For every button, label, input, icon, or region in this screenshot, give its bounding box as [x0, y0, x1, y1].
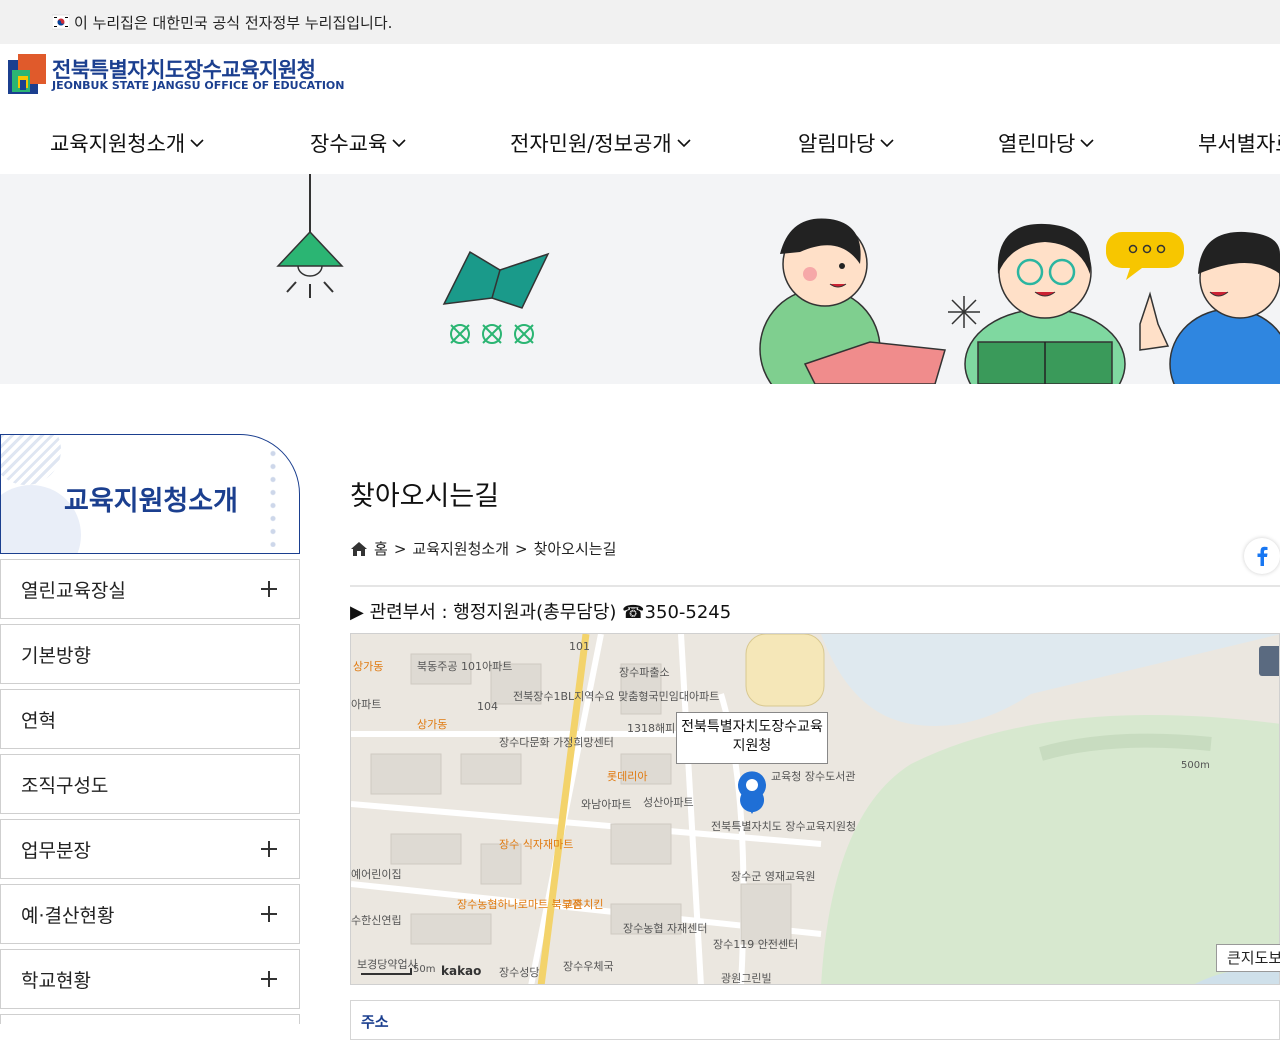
breadcrumb-level1[interactable]: 교육지원청소개 — [412, 538, 509, 559]
gov-banner: 이 누리집은 대한민국 공식 전자정부 누리집입니다. — [0, 0, 1280, 44]
map-label: 전북장수1BL지역수요 맞춤형국민임대아파트 — [513, 690, 720, 703]
breadcrumb: 홈 > 교육지원청소개 > 찾아오시는길 — [350, 538, 616, 559]
big-map-button[interactable]: 큰지도보기 — [1216, 944, 1280, 972]
chevron-down-icon — [1080, 139, 1094, 148]
map-label: 교촌치킨 — [563, 898, 604, 911]
breadcrumb-separator: > — [393, 539, 407, 558]
gnb-item-civil[interactable]: 전자민원/정보공개 — [510, 128, 692, 158]
gnb-item-open[interactable]: 열린마당 — [998, 128, 1095, 158]
main-navigation: 교육지원청소개 장수교육 전자민원/정보공개 알림마당 열린마당 부서별자료 — [0, 118, 1280, 174]
sidebar-item-duties[interactable]: 업무분장 — [0, 819, 300, 879]
map-label: 예어린이집 — [351, 868, 402, 881]
map-label: 장수군 영재교육원 — [731, 870, 816, 883]
sidebar-item-label: 업무분장 — [21, 839, 91, 862]
gnb-item-intro[interactable]: 교육지원청소개 — [50, 128, 205, 158]
gnb-label: 열린마당 — [998, 132, 1076, 156]
sidebar-item-budget[interactable]: 예·결산현황 — [0, 884, 300, 944]
breadcrumb-level2: 찾아오시는길 — [533, 540, 617, 558]
facebook-icon — [1257, 546, 1268, 566]
map-label: 북동주공 101아파트 — [417, 660, 513, 673]
gnb-label: 장수교육 — [310, 132, 388, 156]
map-location-callout: 전북특별자치도장수교육지원청 — [676, 712, 828, 764]
map-label: 보경당약업사 — [357, 958, 418, 971]
map-label: 아파트 — [351, 698, 382, 711]
chevron-down-icon — [392, 139, 406, 148]
map-label: 장수다문화 가정희망센터 — [499, 736, 614, 749]
gnb-label: 교육지원청소개 — [50, 132, 186, 156]
gnb-label: 알림마당 — [798, 132, 876, 156]
map-label: 광원그린빌 — [721, 972, 772, 985]
sidebar-title-box: 교육지원청소개 — [0, 434, 300, 554]
gnb-label: 부서별자료 — [1198, 132, 1280, 156]
map-scale-label-2: 500m — [1181, 760, 1210, 771]
map-label: 장수파출소 — [619, 666, 670, 679]
map-label: 와남아파트 — [581, 798, 632, 811]
map-label: 전북특별자치도 장수교육지원청 — [711, 820, 857, 833]
map-label: 장수성당 — [499, 966, 540, 979]
map-label: 장수우체국 — [563, 960, 614, 973]
map-label: 101 — [569, 640, 590, 653]
sidebar-item-label: 학교현황 — [21, 969, 91, 992]
sidebar-item-label: 열린교육장실 — [21, 579, 126, 602]
sidebar-item-direction[interactable]: 기본방향 — [0, 624, 300, 684]
sidebar-item-label: 조직구성도 — [21, 774, 109, 797]
sidebar-item-schools[interactable]: 학교현황 — [0, 949, 300, 1009]
map-label: 수한신연립 — [351, 914, 402, 927]
site-logo[interactable]: 전북특별자치도장수교육지원청 JEONBUK STATE JANGSU OFFI… — [8, 52, 344, 98]
map-label: 장수119 안전센터 — [713, 938, 799, 951]
home-icon[interactable] — [350, 541, 368, 557]
sidebar-item-label: 연혁 — [21, 709, 56, 732]
korean-flag-icon — [52, 14, 70, 30]
gnb-label: 전자민원/정보공개 — [510, 132, 672, 156]
gnb-item-dept[interactable]: 부서별자료 — [1198, 128, 1280, 158]
plus-icon — [261, 906, 277, 922]
sidebar-item-history[interactable]: 연혁 — [0, 689, 300, 749]
map-label: 성산아파트 — [643, 796, 694, 809]
gnb-item-notice[interactable]: 알림마당 — [798, 128, 895, 158]
sidebar-item-label: 예·결산현황 — [21, 904, 115, 927]
sidebar-title: 교육지원청소개 — [64, 486, 238, 517]
plus-icon — [261, 581, 277, 597]
facebook-share-button[interactable] — [1244, 538, 1280, 574]
gov-banner-text: 이 누리집은 대한민국 공식 전자정부 누리집입니다. — [74, 14, 393, 32]
map-label: 장수농협 자재센터 — [623, 922, 708, 935]
sidebar-item-next[interactable] — [0, 1014, 300, 1024]
logo-mark-icon — [8, 54, 46, 94]
map-tiles — [351, 634, 1279, 984]
breadcrumb-separator: > — [515, 539, 528, 558]
sub-visual-banner — [0, 174, 1280, 384]
map-label: 상가동 — [417, 718, 448, 731]
chevron-down-icon — [677, 139, 691, 148]
gnb-item-education[interactable]: 장수교육 — [310, 128, 407, 158]
page-title: 찾아오시는길 — [350, 481, 500, 512]
map-label: 장수 식자재마트 — [499, 838, 574, 851]
sidebar-item-label: 기본방향 — [21, 644, 91, 667]
map-label: 104 — [477, 700, 498, 713]
address-label: 주소 — [361, 1013, 389, 1031]
map-control[interactable] — [1259, 646, 1279, 676]
logo-english-name: JEONBUK STATE JANGSU OFFICE OF EDUCATION — [52, 79, 345, 92]
plus-icon — [261, 841, 277, 857]
content-divider — [350, 585, 1280, 587]
kakao-logo: kakao — [441, 964, 482, 978]
map-label: 상가동 — [353, 660, 384, 673]
chevron-down-icon — [880, 139, 894, 148]
map-label: 롯데리아 — [607, 770, 648, 783]
sidebar-item-organization[interactable]: 조직구성도 — [0, 754, 300, 814]
address-box: 주소 — [350, 1000, 1280, 1040]
breadcrumb-home[interactable]: 홈 — [374, 538, 388, 559]
chevron-down-icon — [190, 139, 204, 148]
related-department: ▶ 관련부서 : 행정지원과(총무담당) ☎350-5245 — [350, 602, 732, 623]
sidebar-item-open-office[interactable]: 열린교육장실 — [0, 559, 300, 619]
banner-illustration — [276, 174, 1280, 384]
map-scale-label: 50m — [413, 964, 436, 975]
map-label: 교육청 장수도서관 — [771, 770, 856, 783]
plus-icon — [261, 971, 277, 987]
location-map[interactable]: 북동주공 101아파트 장수파출소 상가동 전북장수1BL지역수요 맞춤형국민임… — [350, 633, 1280, 985]
